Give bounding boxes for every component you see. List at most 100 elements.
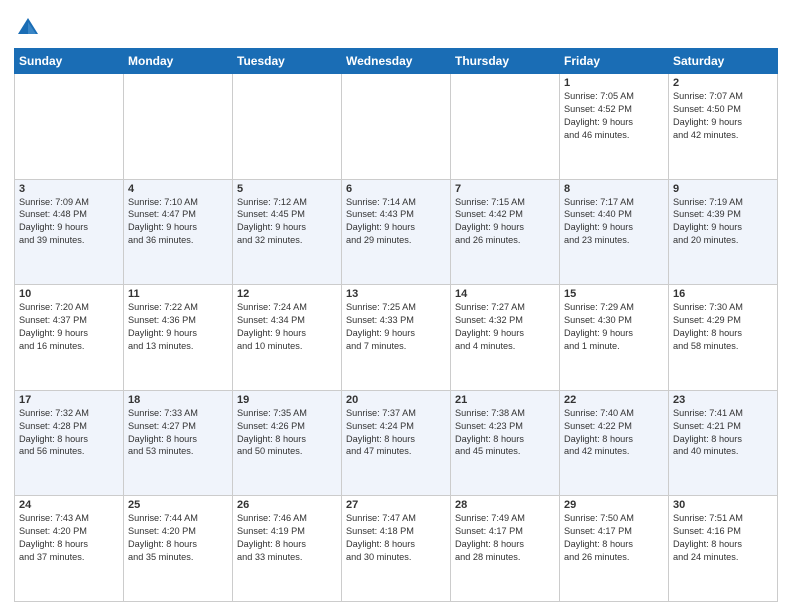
day-number: 7 bbox=[455, 183, 555, 195]
cell-week4-day5: 21Sunrise: 7:38 AM Sunset: 4:23 PM Dayli… bbox=[451, 390, 560, 496]
day-info: Sunrise: 7:37 AM Sunset: 4:24 PM Dayligh… bbox=[346, 407, 446, 459]
day-number: 20 bbox=[346, 394, 446, 406]
day-info: Sunrise: 7:41 AM Sunset: 4:21 PM Dayligh… bbox=[673, 407, 773, 459]
day-info: Sunrise: 7:12 AM Sunset: 4:45 PM Dayligh… bbox=[237, 196, 337, 248]
day-info: Sunrise: 7:40 AM Sunset: 4:22 PM Dayligh… bbox=[564, 407, 664, 459]
cell-week5-day3: 26Sunrise: 7:46 AM Sunset: 4:19 PM Dayli… bbox=[233, 496, 342, 602]
cell-week1-day7: 2Sunrise: 7:07 AM Sunset: 4:50 PM Daylig… bbox=[669, 74, 778, 180]
cell-week5-day2: 25Sunrise: 7:44 AM Sunset: 4:20 PM Dayli… bbox=[124, 496, 233, 602]
header-monday: Monday bbox=[124, 49, 233, 74]
page: SundayMondayTuesdayWednesdayThursdayFrid… bbox=[0, 0, 792, 612]
cell-week5-day1: 24Sunrise: 7:43 AM Sunset: 4:20 PM Dayli… bbox=[15, 496, 124, 602]
cell-week5-day6: 29Sunrise: 7:50 AM Sunset: 4:17 PM Dayli… bbox=[560, 496, 669, 602]
day-info: Sunrise: 7:25 AM Sunset: 4:33 PM Dayligh… bbox=[346, 301, 446, 353]
logo-icon bbox=[14, 14, 42, 42]
cell-week2-day7: 9Sunrise: 7:19 AM Sunset: 4:39 PM Daylig… bbox=[669, 179, 778, 285]
day-number: 21 bbox=[455, 394, 555, 406]
week-row-1: 1Sunrise: 7:05 AM Sunset: 4:52 PM Daylig… bbox=[15, 74, 778, 180]
day-info: Sunrise: 7:05 AM Sunset: 4:52 PM Dayligh… bbox=[564, 90, 664, 142]
cell-week2-day5: 7Sunrise: 7:15 AM Sunset: 4:42 PM Daylig… bbox=[451, 179, 560, 285]
cell-week2-day3: 5Sunrise: 7:12 AM Sunset: 4:45 PM Daylig… bbox=[233, 179, 342, 285]
cell-week4-day4: 20Sunrise: 7:37 AM Sunset: 4:24 PM Dayli… bbox=[342, 390, 451, 496]
day-info: Sunrise: 7:22 AM Sunset: 4:36 PM Dayligh… bbox=[128, 301, 228, 353]
calendar: SundayMondayTuesdayWednesdayThursdayFrid… bbox=[14, 48, 778, 602]
day-number: 9 bbox=[673, 183, 773, 195]
cell-week1-day4 bbox=[342, 74, 451, 180]
cell-week5-day4: 27Sunrise: 7:47 AM Sunset: 4:18 PM Dayli… bbox=[342, 496, 451, 602]
cell-week1-day2 bbox=[124, 74, 233, 180]
day-info: Sunrise: 7:30 AM Sunset: 4:29 PM Dayligh… bbox=[673, 301, 773, 353]
header-row: SundayMondayTuesdayWednesdayThursdayFrid… bbox=[15, 49, 778, 74]
cell-week2-day2: 4Sunrise: 7:10 AM Sunset: 4:47 PM Daylig… bbox=[124, 179, 233, 285]
day-number: 10 bbox=[19, 288, 119, 300]
week-row-5: 24Sunrise: 7:43 AM Sunset: 4:20 PM Dayli… bbox=[15, 496, 778, 602]
day-info: Sunrise: 7:10 AM Sunset: 4:47 PM Dayligh… bbox=[128, 196, 228, 248]
cell-week1-day6: 1Sunrise: 7:05 AM Sunset: 4:52 PM Daylig… bbox=[560, 74, 669, 180]
day-info: Sunrise: 7:50 AM Sunset: 4:17 PM Dayligh… bbox=[564, 512, 664, 564]
cell-week1-day1 bbox=[15, 74, 124, 180]
day-info: Sunrise: 7:38 AM Sunset: 4:23 PM Dayligh… bbox=[455, 407, 555, 459]
day-number: 29 bbox=[564, 499, 664, 511]
cell-week3-day6: 15Sunrise: 7:29 AM Sunset: 4:30 PM Dayli… bbox=[560, 285, 669, 391]
cell-week1-day3 bbox=[233, 74, 342, 180]
day-info: Sunrise: 7:15 AM Sunset: 4:42 PM Dayligh… bbox=[455, 196, 555, 248]
cell-week3-day1: 10Sunrise: 7:20 AM Sunset: 4:37 PM Dayli… bbox=[15, 285, 124, 391]
day-number: 1 bbox=[564, 77, 664, 89]
week-row-3: 10Sunrise: 7:20 AM Sunset: 4:37 PM Dayli… bbox=[15, 285, 778, 391]
day-info: Sunrise: 7:32 AM Sunset: 4:28 PM Dayligh… bbox=[19, 407, 119, 459]
day-info: Sunrise: 7:44 AM Sunset: 4:20 PM Dayligh… bbox=[128, 512, 228, 564]
day-info: Sunrise: 7:07 AM Sunset: 4:50 PM Dayligh… bbox=[673, 90, 773, 142]
day-number: 2 bbox=[673, 77, 773, 89]
day-info: Sunrise: 7:24 AM Sunset: 4:34 PM Dayligh… bbox=[237, 301, 337, 353]
day-number: 22 bbox=[564, 394, 664, 406]
day-info: Sunrise: 7:43 AM Sunset: 4:20 PM Dayligh… bbox=[19, 512, 119, 564]
day-info: Sunrise: 7:19 AM Sunset: 4:39 PM Dayligh… bbox=[673, 196, 773, 248]
day-info: Sunrise: 7:49 AM Sunset: 4:17 PM Dayligh… bbox=[455, 512, 555, 564]
day-info: Sunrise: 7:51 AM Sunset: 4:16 PM Dayligh… bbox=[673, 512, 773, 564]
day-number: 28 bbox=[455, 499, 555, 511]
day-info: Sunrise: 7:47 AM Sunset: 4:18 PM Dayligh… bbox=[346, 512, 446, 564]
day-info: Sunrise: 7:17 AM Sunset: 4:40 PM Dayligh… bbox=[564, 196, 664, 248]
day-number: 11 bbox=[128, 288, 228, 300]
cell-week2-day4: 6Sunrise: 7:14 AM Sunset: 4:43 PM Daylig… bbox=[342, 179, 451, 285]
day-number: 4 bbox=[128, 183, 228, 195]
day-info: Sunrise: 7:35 AM Sunset: 4:26 PM Dayligh… bbox=[237, 407, 337, 459]
cell-week4-day3: 19Sunrise: 7:35 AM Sunset: 4:26 PM Dayli… bbox=[233, 390, 342, 496]
day-number: 27 bbox=[346, 499, 446, 511]
cell-week4-day7: 23Sunrise: 7:41 AM Sunset: 4:21 PM Dayli… bbox=[669, 390, 778, 496]
week-row-4: 17Sunrise: 7:32 AM Sunset: 4:28 PM Dayli… bbox=[15, 390, 778, 496]
day-number: 6 bbox=[346, 183, 446, 195]
day-number: 12 bbox=[237, 288, 337, 300]
cell-week2-day1: 3Sunrise: 7:09 AM Sunset: 4:48 PM Daylig… bbox=[15, 179, 124, 285]
day-number: 8 bbox=[564, 183, 664, 195]
day-number: 16 bbox=[673, 288, 773, 300]
day-number: 23 bbox=[673, 394, 773, 406]
day-info: Sunrise: 7:46 AM Sunset: 4:19 PM Dayligh… bbox=[237, 512, 337, 564]
day-number: 13 bbox=[346, 288, 446, 300]
cell-week3-day4: 13Sunrise: 7:25 AM Sunset: 4:33 PM Dayli… bbox=[342, 285, 451, 391]
calendar-header: SundayMondayTuesdayWednesdayThursdayFrid… bbox=[15, 49, 778, 74]
header-wednesday: Wednesday bbox=[342, 49, 451, 74]
day-number: 30 bbox=[673, 499, 773, 511]
day-number: 24 bbox=[19, 499, 119, 511]
day-info: Sunrise: 7:33 AM Sunset: 4:27 PM Dayligh… bbox=[128, 407, 228, 459]
cell-week3-day7: 16Sunrise: 7:30 AM Sunset: 4:29 PM Dayli… bbox=[669, 285, 778, 391]
day-number: 14 bbox=[455, 288, 555, 300]
day-number: 3 bbox=[19, 183, 119, 195]
header-sunday: Sunday bbox=[15, 49, 124, 74]
logo bbox=[14, 14, 46, 42]
header-tuesday: Tuesday bbox=[233, 49, 342, 74]
week-row-2: 3Sunrise: 7:09 AM Sunset: 4:48 PM Daylig… bbox=[15, 179, 778, 285]
day-number: 19 bbox=[237, 394, 337, 406]
cell-week4-day2: 18Sunrise: 7:33 AM Sunset: 4:27 PM Dayli… bbox=[124, 390, 233, 496]
day-number: 25 bbox=[128, 499, 228, 511]
cell-week4-day1: 17Sunrise: 7:32 AM Sunset: 4:28 PM Dayli… bbox=[15, 390, 124, 496]
cell-week1-day5 bbox=[451, 74, 560, 180]
day-number: 5 bbox=[237, 183, 337, 195]
day-number: 18 bbox=[128, 394, 228, 406]
day-number: 17 bbox=[19, 394, 119, 406]
header bbox=[14, 10, 778, 42]
calendar-body: 1Sunrise: 7:05 AM Sunset: 4:52 PM Daylig… bbox=[15, 74, 778, 602]
cell-week3-day3: 12Sunrise: 7:24 AM Sunset: 4:34 PM Dayli… bbox=[233, 285, 342, 391]
cell-week3-day5: 14Sunrise: 7:27 AM Sunset: 4:32 PM Dayli… bbox=[451, 285, 560, 391]
